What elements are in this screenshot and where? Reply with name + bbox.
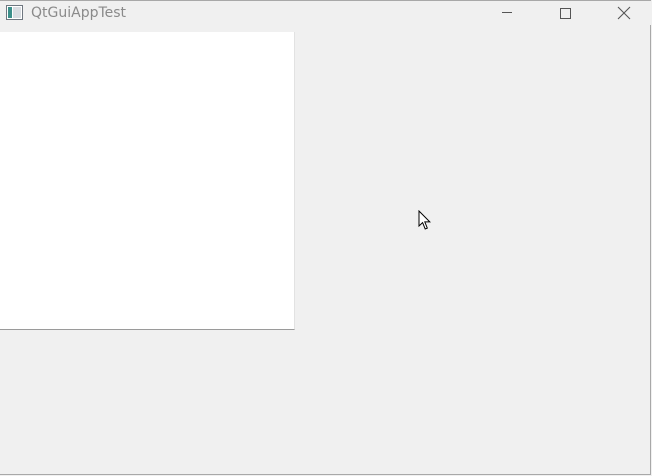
maximize-button[interactable] [536,1,594,25]
white-content-panel[interactable] [0,32,295,330]
app-window: QtGuiAppTest [0,0,651,475]
close-icon [617,6,631,20]
title-bar[interactable]: QtGuiAppTest [0,1,651,25]
maximize-icon [560,8,571,19]
close-button[interactable] [595,1,652,25]
minimize-button[interactable] [478,1,536,25]
mouse-cursor-icon [418,210,431,230]
window-title: QtGuiAppTest [31,5,127,21]
app-icon[interactable] [6,5,23,20]
minimize-icon [502,12,512,13]
